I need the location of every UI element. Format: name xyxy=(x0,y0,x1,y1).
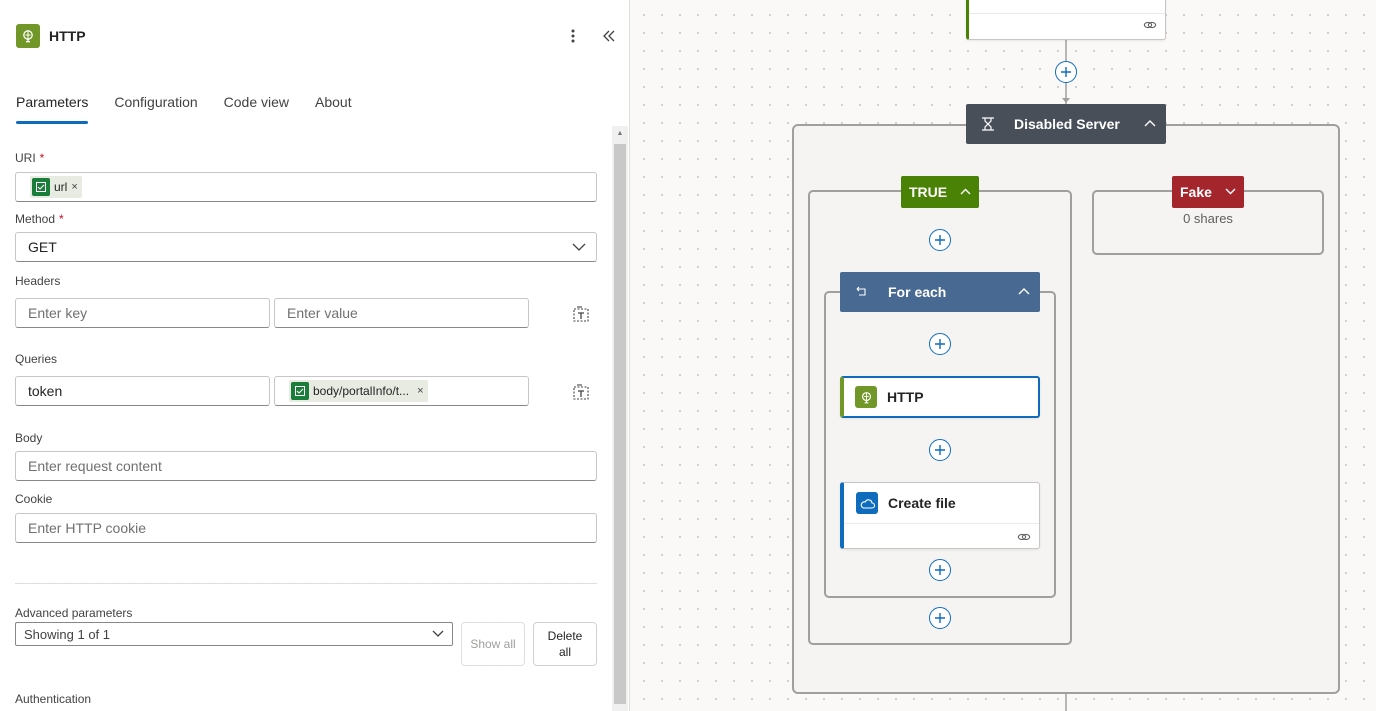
uri-field[interactable]: url × xyxy=(15,172,597,202)
tab-code-view[interactable]: Code view xyxy=(224,94,289,124)
switch-to-text-mode-icon[interactable] xyxy=(571,382,591,402)
tab-configuration[interactable]: Configuration xyxy=(114,94,197,124)
chevron-down-icon xyxy=(572,243,586,251)
loop-icon xyxy=(856,286,866,296)
body-input[interactable]: Enter request content xyxy=(15,451,597,481)
link-icon xyxy=(1017,533,1031,541)
add-step-plus-icon[interactable] xyxy=(929,607,951,629)
tab-about[interactable]: About xyxy=(315,94,352,124)
remove-token-icon[interactable]: × xyxy=(71,181,77,193)
body-label: Body xyxy=(15,431,43,445)
variable-icon xyxy=(291,382,309,400)
more-vertical-icon[interactable] xyxy=(563,26,583,46)
query-value-input[interactable]: body/portalInfo/t... × xyxy=(274,376,529,406)
headers-label: Headers xyxy=(15,274,61,288)
action-details-panel: HTTP Parameters Configuration Code view … xyxy=(0,0,630,711)
advanced-parameters-label: Advanced parameters xyxy=(15,606,133,620)
scroll-up-arrow-icon[interactable]: ▲ xyxy=(612,126,628,140)
condition-card-disabled-server[interactable]: Disabled Server xyxy=(966,104,1166,144)
condition-icon xyxy=(982,117,994,131)
chevron-up-icon[interactable] xyxy=(960,188,971,195)
globe-icon xyxy=(855,386,877,408)
show-all-button[interactable]: Show all xyxy=(461,622,525,666)
foreach-card[interactable]: For each xyxy=(840,272,1040,312)
method-label: Method * xyxy=(15,212,64,226)
chevron-down-icon xyxy=(432,630,444,637)
advanced-parameters-dropdown[interactable]: Showing 1 of 1 xyxy=(15,622,453,646)
workflow-canvas[interactable]: Disabled Server TRUE 0 shares Fake For e… xyxy=(631,0,1376,711)
create-file-card[interactable]: Create file xyxy=(840,482,1040,549)
add-step-plus-icon[interactable] xyxy=(929,439,951,461)
previous-action-card[interactable] xyxy=(966,0,1166,40)
header-value-input[interactable]: Enter value xyxy=(274,298,529,328)
chevron-up-icon[interactable] xyxy=(1144,119,1156,127)
uri-label: URI * xyxy=(15,151,45,165)
onedrive-cloud-icon xyxy=(856,492,878,514)
method-dropdown[interactable]: GET xyxy=(15,232,597,262)
globe-icon xyxy=(16,24,40,48)
http-action-card[interactable]: HTTP xyxy=(840,376,1040,418)
false-branch-subtitle: 0 shares xyxy=(1183,211,1233,226)
queries-label: Queries xyxy=(15,352,58,366)
variable-icon xyxy=(32,178,50,196)
panel-title: HTTP xyxy=(49,28,86,44)
add-step-plus-icon[interactable] xyxy=(929,333,951,355)
tab-parameters[interactable]: Parameters xyxy=(16,94,89,124)
link-icon xyxy=(1143,21,1157,29)
cookie-label: Cookie xyxy=(15,492,53,506)
scrollbar-thumb[interactable] xyxy=(614,144,626,704)
section-divider xyxy=(15,583,597,584)
uri-token[interactable]: url × xyxy=(30,176,82,198)
cookie-input[interactable]: Enter HTTP cookie xyxy=(15,513,597,543)
query-key-input[interactable]: token xyxy=(15,376,270,406)
add-step-plus-icon[interactable] xyxy=(929,229,951,251)
switch-to-text-mode-icon[interactable] xyxy=(571,304,591,324)
query-value-token[interactable]: body/portalInfo/t... × xyxy=(289,380,428,402)
header-key-input[interactable]: Enter key xyxy=(15,298,270,328)
remove-token-icon[interactable]: × xyxy=(417,385,423,397)
true-branch-header[interactable]: TRUE xyxy=(901,176,979,208)
chevron-down-icon[interactable] xyxy=(1225,188,1236,195)
false-branch-header[interactable]: Fake xyxy=(1172,176,1244,208)
card-divider xyxy=(844,523,1039,524)
card-divider xyxy=(969,13,1165,14)
panel-header: HTTP xyxy=(16,24,86,48)
add-step-plus-icon[interactable] xyxy=(1055,61,1077,83)
authentication-label: Authentication xyxy=(15,692,92,706)
delete-all-button[interactable]: Delete all xyxy=(533,622,597,666)
add-step-plus-icon[interactable] xyxy=(929,559,951,581)
double-chevron-left-icon[interactable] xyxy=(599,26,619,46)
panel-tabs: Parameters Configuration Code view About xyxy=(16,94,352,124)
chevron-up-icon[interactable] xyxy=(1018,287,1030,295)
